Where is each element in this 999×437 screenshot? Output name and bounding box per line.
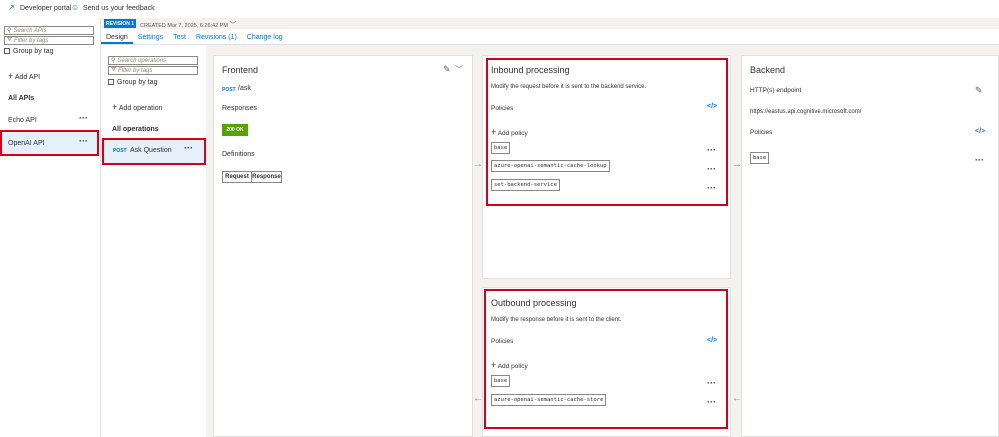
outbound-base-more-icon[interactable]: ··· xyxy=(707,378,716,388)
backend-title: Backend xyxy=(750,65,786,75)
endpoint-url: https://eastus.api.cognitive.microsoft.c… xyxy=(750,109,862,115)
ops-group-by-tag-checkbox[interactable]: Group by tag xyxy=(108,79,157,86)
filter-icon: ⛛ xyxy=(111,67,117,73)
endpoint-label: HTTP(s) endpoint xyxy=(750,87,802,94)
backend-policies-label: Policies xyxy=(750,129,773,136)
outbound-store-more-icon[interactable]: ··· xyxy=(707,397,716,407)
search-apis-input[interactable]: ⚲ Search APIs xyxy=(4,26,94,35)
search-icon: ⚲ xyxy=(7,28,12,34)
tab-test[interactable]: Test xyxy=(168,30,191,44)
outbound-code-editor-icon[interactable]: </> xyxy=(707,337,717,344)
tab-change-log[interactable]: Change log xyxy=(242,30,288,44)
inbound-policy-set-backend-service[interactable]: set-backend-service xyxy=(491,179,560,191)
filter-icon: ⛛ xyxy=(7,37,13,43)
add-api-button[interactable]: + Add API xyxy=(8,71,40,81)
plus-icon: + xyxy=(8,71,14,81)
developer-portal-label: Developer portal xyxy=(20,4,72,12)
plus-icon: + xyxy=(491,127,497,137)
outbound-policy-base[interactable]: base xyxy=(491,375,511,387)
feedback-label: Send us your feedback xyxy=(83,4,155,12)
tab-revisions[interactable]: Revisions (1) xyxy=(191,30,242,44)
all-apis-heading: All APIs xyxy=(8,95,35,102)
frontend-panel xyxy=(213,55,473,437)
tab-settings[interactable]: Settings xyxy=(133,30,168,44)
edit-frontend-icon[interactable]: ✎ xyxy=(443,64,451,75)
search-icon: ⚲ xyxy=(111,58,116,64)
openai-api-more-icon[interactable]: ··· xyxy=(79,136,88,146)
edit-backend-icon[interactable]: ✎ xyxy=(975,85,983,96)
operation-more-icon[interactable]: ··· xyxy=(184,143,193,153)
backend-code-editor-icon[interactable]: </> xyxy=(975,128,985,135)
backend-base-more-icon[interactable]: ··· xyxy=(975,155,984,165)
collapse-frontend-icon[interactable]: ﹀ xyxy=(455,64,463,75)
inbound-policy-base[interactable]: base xyxy=(491,142,511,154)
outbound-policies-label: Policies xyxy=(491,338,514,345)
filter-tags-input[interactable]: ⛛ Filter by tags xyxy=(4,36,94,45)
status-badge[interactable]: 200 OK xyxy=(222,124,248,136)
plus-icon: + xyxy=(491,360,497,370)
outbound-title: Outbound processing xyxy=(491,298,577,308)
filter-operations-input[interactable]: ⛛ Filter by tags xyxy=(108,66,198,75)
responses-label: Responses xyxy=(222,105,258,112)
response-button[interactable]: Response xyxy=(252,172,281,182)
group-by-tag-checkbox[interactable]: Group by tag xyxy=(4,48,53,55)
all-operations-heading: All operations xyxy=(112,126,159,133)
feedback-icon: ☺ xyxy=(71,3,80,12)
design-tabs: Design Settings Test Revisions (1) Chang… xyxy=(101,30,288,44)
search-operations-placeholder: Search operations xyxy=(117,57,167,64)
revision-badge[interactable]: REVISION 1 xyxy=(104,19,136,28)
add-api-label: Add API xyxy=(14,74,41,81)
search-operations-input[interactable]: ⚲ Search operations xyxy=(108,56,198,65)
external-link-icon: ↗ xyxy=(8,3,15,12)
inbound-title: Inbound processing xyxy=(491,65,570,75)
inbound-add-policy-label: Add policy xyxy=(497,130,528,137)
api-item-echo[interactable]: Echo API xyxy=(8,117,37,124)
add-operation-label: Add operation xyxy=(118,105,163,112)
operation-method-badge: POST xyxy=(113,148,127,154)
inbound-code-editor-icon[interactable]: </> xyxy=(707,103,717,110)
inbound-backend-more-icon[interactable]: ··· xyxy=(707,183,716,193)
backend-policy-base[interactable]: base xyxy=(750,152,770,164)
developer-portal-link[interactable]: ↗ Developer portal xyxy=(8,4,71,12)
inbound-base-more-icon[interactable]: ··· xyxy=(707,145,716,155)
frontend-to-inbound-arrow-icon: → xyxy=(473,159,483,170)
request-button[interactable]: Request xyxy=(223,172,252,182)
feedback-link[interactable]: ☺ Send us your feedback xyxy=(71,4,155,12)
api-item-openai[interactable]: OpenAI API xyxy=(8,140,45,147)
frontend-method: POST xyxy=(222,87,236,93)
echo-api-more-icon[interactable]: ··· xyxy=(79,113,88,123)
revision-created: CREATED Mar 7, 2025, 6:26:42 PM ﹀ xyxy=(140,20,236,30)
chevron-down-icon[interactable]: ﹀ xyxy=(229,22,236,29)
tab-design[interactable]: Design xyxy=(101,30,133,44)
inbound-lookup-more-icon[interactable]: ··· xyxy=(707,164,716,174)
filter-tags-placeholder: Filter by tags xyxy=(14,37,49,44)
outbound-description: Modify the response before it is sent to… xyxy=(491,317,622,323)
group-by-tag-label: Group by tag xyxy=(13,48,54,55)
checkbox-icon xyxy=(108,79,114,86)
outbound-highlight xyxy=(484,289,728,429)
inbound-add-policy-button[interactable]: + Add policy xyxy=(491,127,528,137)
filter-operations-placeholder: Filter by tags xyxy=(118,67,153,74)
operation-item-ask-question[interactable]: Ask Question xyxy=(130,147,172,154)
outbound-add-policy-button[interactable]: + Add policy xyxy=(491,360,528,370)
ops-group-by-tag-label: Group by tag xyxy=(117,79,158,86)
frontend-title: Frontend xyxy=(222,65,259,75)
outbound-add-policy-label: Add policy xyxy=(497,363,528,370)
request-response-toggle: Request Response xyxy=(222,171,282,183)
definitions-label: Definitions xyxy=(222,151,255,158)
frontend-path: /ask xyxy=(238,85,251,92)
add-operation-button[interactable]: + Add operation xyxy=(112,102,162,112)
search-apis-placeholder: Search APIs xyxy=(13,27,47,34)
checkbox-icon xyxy=(4,48,10,55)
outbound-policy-semantic-cache-store[interactable]: azure-openai-semantic-cache-store xyxy=(491,394,607,406)
revision-created-text: CREATED Mar 7, 2025, 6:26:42 PM xyxy=(140,23,228,29)
plus-icon: + xyxy=(112,102,118,112)
inbound-policy-semantic-cache-lookup[interactable]: azure-openai-semantic-cache-lookup xyxy=(491,160,610,172)
inbound-policies-label: Policies xyxy=(491,105,514,112)
inbound-description: Modify the request before it is sent to … xyxy=(491,84,647,90)
outbound-to-frontend-arrow-icon: ← xyxy=(473,393,483,404)
